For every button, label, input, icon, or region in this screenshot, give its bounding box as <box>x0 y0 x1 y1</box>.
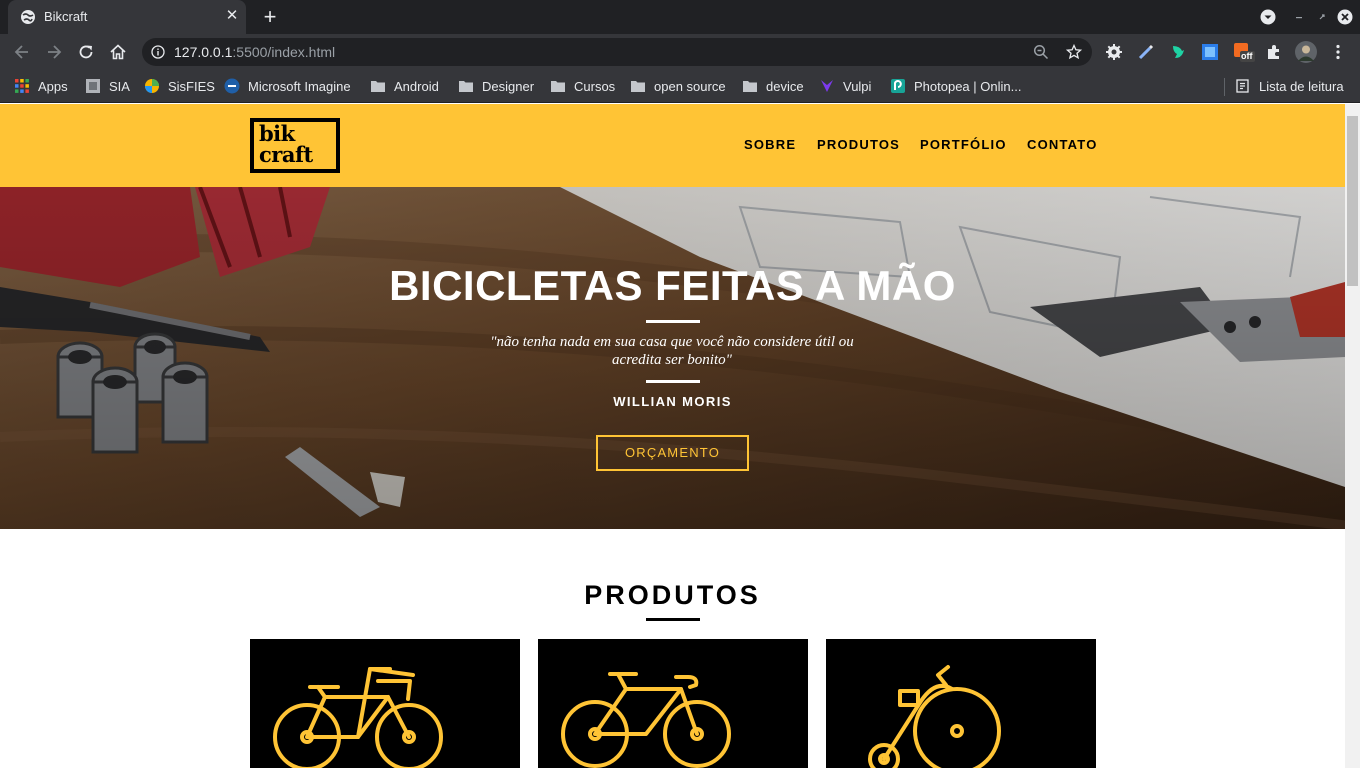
hero-divider-bottom <box>646 380 700 383</box>
product-card-3[interactable] <box>826 639 1096 768</box>
hero-quote: "não tenha nada em sua casa que você não… <box>490 334 854 368</box>
main-nav: SOBRE PRODUTOS PORTFÓLIO CONTATO <box>0 137 1345 153</box>
bookmark-label: Android <box>394 78 439 94</box>
home-icon[interactable] <box>108 42 128 62</box>
reading-list-button[interactable]: Lista de leitura <box>1235 77 1344 95</box>
back-arrow-icon[interactable] <box>12 42 32 62</box>
hero-quote-author: WILLIAN MORIS <box>613 394 732 409</box>
off-badge-extension[interactable]: off <box>1233 42 1255 64</box>
bookmark-label: Microsoft Imagine <box>248 78 351 94</box>
nav-link-sobre[interactable]: SOBRE <box>744 137 796 152</box>
forward-arrow-icon[interactable] <box>44 42 64 62</box>
close-window-icon[interactable] <box>1337 9 1353 25</box>
bookmark-label: SisFIES <box>168 78 215 94</box>
product-card-2[interactable] <box>538 639 808 768</box>
extensions-puzzle-icon[interactable] <box>1264 42 1284 62</box>
reload-icon[interactable] <box>76 42 96 62</box>
folder-icon <box>551 81 565 92</box>
bookmark-apps[interactable]: Apps <box>14 77 68 95</box>
bird-extension-icon[interactable] <box>1168 42 1188 62</box>
page-scrollbar[interactable] <box>1345 104 1360 768</box>
bookmark-label: Photopea | Onlin... <box>914 78 1022 94</box>
close-tab-icon[interactable]: ✕ <box>224 8 240 24</box>
bookmark-label: Cursos <box>574 78 616 94</box>
browser-toolbar: 127.0.0.1:5500/index.html off <box>0 34 1360 70</box>
bookmarks-divider <box>1224 78 1225 96</box>
folder-icon <box>631 81 645 92</box>
orcamento-button[interactable]: ORÇAMENTO <box>596 435 749 471</box>
window-resizer-extension-icon[interactable] <box>1200 42 1220 62</box>
bookmark-device-folder[interactable]: device <box>742 77 804 95</box>
reading-list-label: Lista de leitura <box>1259 78 1344 94</box>
sisfies-favicon-icon <box>145 79 159 93</box>
off-badge-label: off <box>1241 51 1253 61</box>
products-section-title: PRODUTOS <box>584 580 761 610</box>
bookmark-vulpi[interactable]: Vulpi <box>819 77 871 95</box>
kebab-menu-icon[interactable] <box>1328 42 1348 62</box>
nav-link-portfolio[interactable]: PORTFÓLIO <box>920 137 1007 152</box>
bookmark-label: device <box>766 78 804 94</box>
road-bike-icon <box>561 672 731 768</box>
zoom-icon[interactable] <box>1033 44 1049 60</box>
penny-farthing-icon <box>868 665 1001 768</box>
gear-extension-icon[interactable] <box>1104 42 1124 62</box>
bookmark-photopea[interactable]: Photopea | Onlin... <box>890 77 1021 95</box>
avatar[interactable] <box>1295 41 1317 63</box>
hero-banner: BICICLETAS FEITAS A MÃO "não tenha nada … <box>0 187 1345 529</box>
folder-icon <box>459 81 473 92</box>
scrollbar-thumb[interactable] <box>1347 116 1358 286</box>
photopea-favicon-icon <box>891 79 905 93</box>
reading-list-icon <box>1236 79 1249 93</box>
browser-tab-active[interactable]: Bikcraft ✕ <box>8 0 246 34</box>
bookmark-sia[interactable]: SIA <box>85 77 130 95</box>
bookmark-label: Designer <box>482 78 535 94</box>
nav-link-contato[interactable]: CONTATO <box>1027 137 1098 152</box>
bookmark-label: Apps <box>38 78 68 94</box>
bookmark-microsoft-imagine[interactable]: Microsoft Imagine <box>224 77 351 95</box>
url-path: :5500/index.html <box>232 44 336 60</box>
tab-search-dropdown-icon[interactable] <box>1260 9 1276 25</box>
bookmark-android-folder[interactable]: Android <box>370 77 439 95</box>
address-url[interactable]: 127.0.0.1:5500/index.html <box>174 44 335 60</box>
bookmark-star-icon[interactable] <box>1066 44 1082 60</box>
bookmark-cursos-folder[interactable]: Cursos <box>550 77 615 95</box>
browser-tab-strip: Bikcraft ✕ + <box>0 0 1360 34</box>
color-picker-extension-icon[interactable] <box>1136 42 1156 62</box>
bookmark-sisfies[interactable]: SisFIES <box>144 77 215 95</box>
nav-link-produtos[interactable]: PRODUTOS <box>817 137 900 152</box>
bookmark-open-source-folder[interactable]: open source <box>630 77 726 95</box>
globe-icon <box>21 10 35 24</box>
bookmark-label: Vulpi <box>843 78 872 94</box>
microsoft-imagine-favicon-icon <box>224 78 240 94</box>
new-tab-plus-icon[interactable]: + <box>259 6 281 28</box>
restore-icon[interactable] <box>1314 9 1330 25</box>
product-card-1[interactable] <box>250 639 520 768</box>
tab-title: Bikcraft <box>44 9 88 24</box>
info-icon[interactable] <box>151 45 165 59</box>
bookmark-label: open source <box>654 78 726 94</box>
bookmark-designer-folder[interactable]: Designer <box>458 77 534 95</box>
minimize-icon[interactable] <box>1291 9 1307 25</box>
site-header: bik craft SOBRE PRODUTOS PORTFÓLIO CONTA… <box>0 104 1345 187</box>
folder-icon <box>743 81 757 92</box>
city-bike-icon <box>273 667 443 768</box>
bookmark-label: SIA <box>109 78 130 94</box>
apps-grid-icon <box>15 79 29 93</box>
url-host: 127.0.0.1 <box>174 44 233 60</box>
products-title-divider <box>646 618 700 621</box>
bookmarks-bar: Apps SIA SisFIES Microsoft Imagine Andro… <box>0 70 1360 103</box>
page-viewport: bik craft SOBRE PRODUTOS PORTFÓLIO CONTA… <box>0 104 1345 768</box>
hero-divider-top <box>646 320 700 323</box>
address-bar[interactable]: 127.0.0.1:5500/index.html <box>142 38 1092 66</box>
vulpi-favicon-icon <box>821 80 833 92</box>
sia-favicon-icon <box>86 79 100 93</box>
folder-icon <box>371 81 385 92</box>
hero-title: BICICLETAS FEITAS A MÃO <box>389 262 956 309</box>
